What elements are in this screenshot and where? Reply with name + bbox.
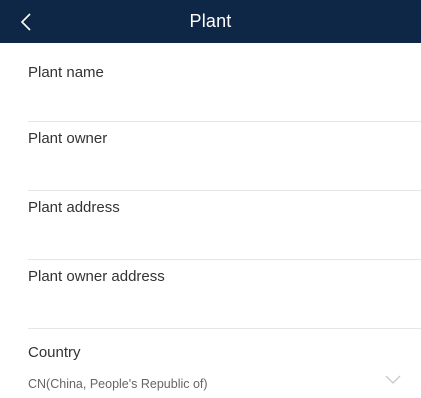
plant-owner-input[interactable] — [28, 153, 398, 181]
plant-owner-field: Plant owner — [0, 122, 421, 191]
plant-owner-label: Plant owner — [28, 130, 108, 147]
country-label: Country — [28, 344, 81, 361]
plant-owner-address-label: Plant owner address — [28, 268, 165, 285]
plant-name-field: Plant name — [0, 43, 421, 122]
plant-owner-address-input[interactable] — [28, 291, 398, 319]
plant-name-input[interactable] — [28, 87, 398, 115]
plant-name-label: Plant name — [28, 64, 104, 81]
plant-address-label: Plant address — [28, 199, 120, 216]
plant-owner-address-field: Plant owner address — [0, 260, 421, 329]
app-header: Plant — [0, 0, 421, 43]
plant-address-input[interactable] — [28, 222, 398, 250]
country-select[interactable]: CN(China, People's Republic of) — [28, 375, 421, 397]
chevron-down-icon — [385, 375, 401, 384]
back-button[interactable] — [4, 0, 48, 43]
country-value: CN(China, People's Republic of) — [28, 377, 208, 391]
plant-address-field: Plant address — [0, 191, 421, 260]
country-field: Country CN(China, People's Republic of) — [0, 329, 421, 398]
page-title: Plant — [189, 11, 232, 31]
chevron-left-icon — [20, 12, 31, 31]
